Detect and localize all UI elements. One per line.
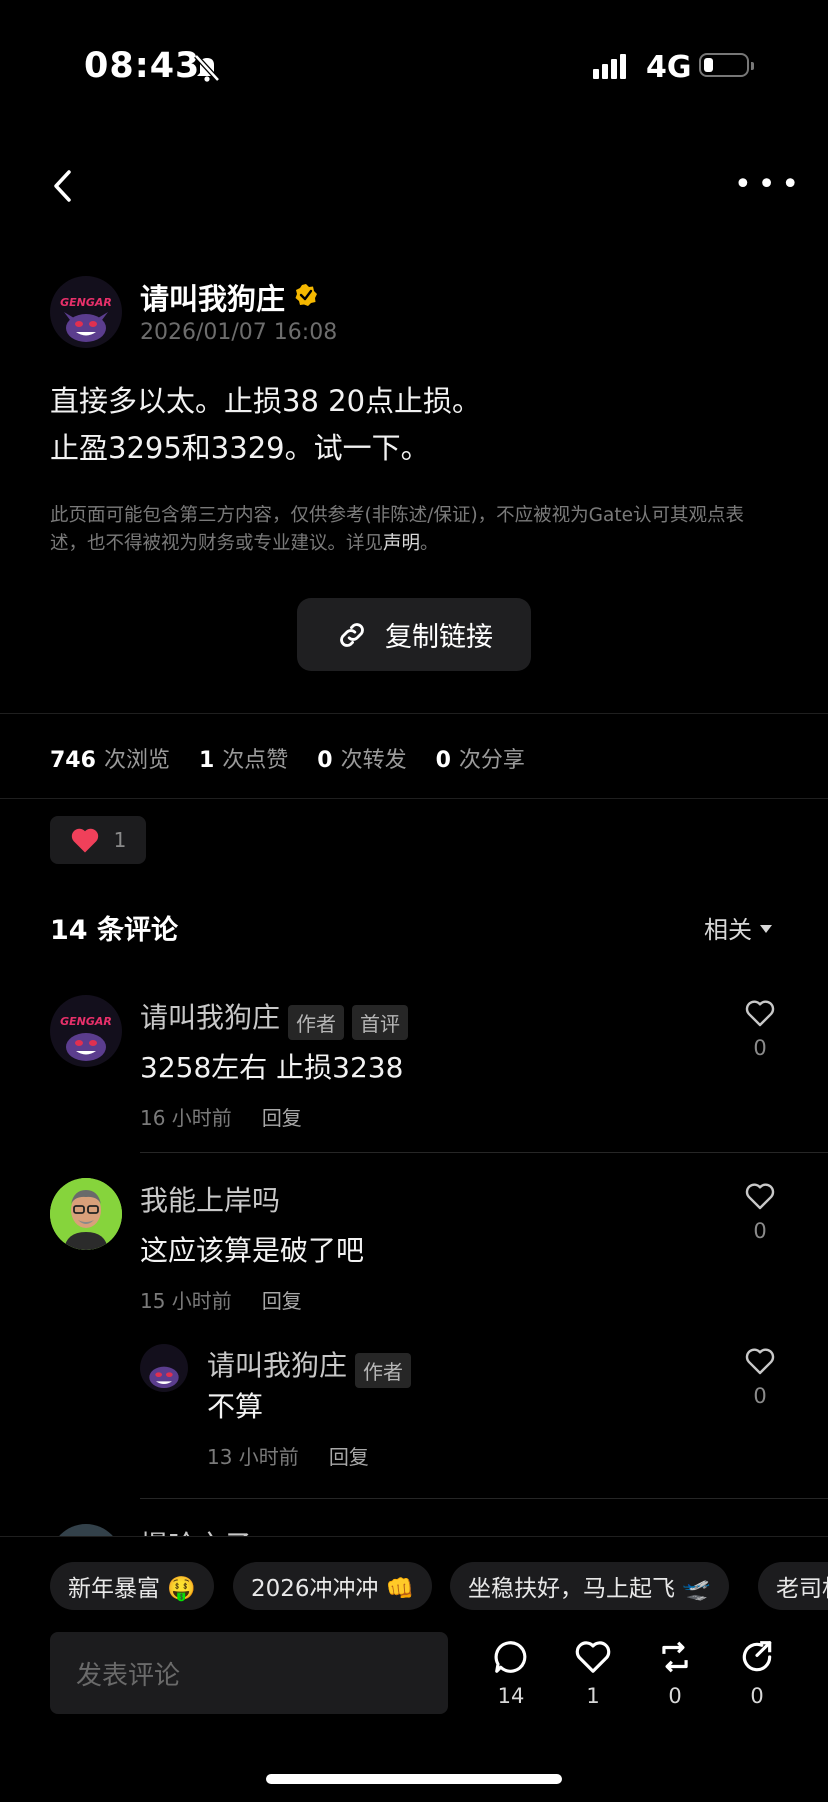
comment-text: 这应该算是破了吧 [140, 1234, 365, 1267]
heart-reaction-button[interactable]: 1 [50, 816, 146, 864]
shares-label: 次分享 [458, 748, 525, 773]
hashtag-chip[interactable]: 坐稳扶好，马上起飞 🛫 [450, 1562, 729, 1610]
comment-bubble-icon [494, 1641, 527, 1673]
sort-label: 相关 [704, 916, 752, 944]
reply-button[interactable]: 回复 [329, 1445, 369, 1469]
likes-label: 次点赞 [222, 748, 289, 773]
heart-outline-icon [745, 1183, 775, 1210]
post-stats: 746 次浏览 1 次点赞 0 次转发 0 次分享 [50, 742, 547, 774]
hashtag-chip[interactable]: 新年暴富 🤑 [50, 1562, 214, 1610]
svg-text:GENGAR: GENGAR [60, 1015, 112, 1028]
status-time: 08:43 [84, 46, 201, 86]
comments-action[interactable]: 14 [481, 1638, 541, 1708]
reply-like[interactable]: 0 [740, 1346, 780, 1408]
back-arrow-icon[interactable] [50, 168, 76, 204]
comment-author[interactable]: 请叫我狗庄 [140, 1001, 280, 1034]
reply-time: 13 小时前 [207, 1445, 299, 1469]
comment-meta: 16 小时前 回复 [140, 1102, 302, 1131]
comment-like[interactable]: 0 [740, 1181, 780, 1243]
caret-down-icon [760, 924, 772, 933]
person-avatar-icon [50, 1178, 122, 1250]
repost-icon [662, 1641, 688, 1673]
copy-link-button[interactable]: 复制链接 [297, 598, 531, 671]
comment-author[interactable]: 我能上岸吗 [140, 1184, 280, 1217]
reply-author[interactable]: 请叫我狗庄 [207, 1349, 347, 1382]
reply-button[interactable]: 回复 [262, 1289, 302, 1313]
comment-time: 15 小时前 [140, 1289, 232, 1313]
comment-time: 16 小时前 [140, 1106, 232, 1130]
post-date: 2026/01/07 16:08 [140, 320, 338, 345]
shares-count: 0 [435, 748, 451, 773]
gengar-avatar-icon: GENGAR [60, 296, 112, 342]
post-body-line: 直接多以太。止损38 20点止损。 [50, 384, 482, 418]
share-action-count: 0 [750, 1684, 764, 1708]
repost-action[interactable]: 0 [645, 1638, 705, 1708]
reply-text: 不算 [207, 1390, 264, 1423]
reply-header: 请叫我狗庄 作者 [207, 1344, 412, 1388]
comment-meta: 15 小时前 回复 [140, 1285, 302, 1314]
reply-avatar[interactable] [140, 1344, 188, 1392]
repost-action-count: 0 [668, 1684, 682, 1708]
hashtag-chip[interactable]: 老司机 [758, 1562, 828, 1610]
author-avatar[interactable]: GENGAR [50, 276, 122, 348]
heart-outline-icon [745, 1348, 775, 1375]
reaction-count: 1 [113, 828, 127, 852]
comment-like-count: 0 [753, 1219, 767, 1243]
heart-outline-icon [575, 1641, 611, 1673]
hashtag-chip[interactable]: 2026冲冲冲 👊 [233, 1562, 433, 1610]
heart-outline-icon [745, 1000, 775, 1027]
comment-header: 我能上岸吗 [140, 1179, 280, 1219]
divider [140, 1152, 828, 1153]
reply-meta: 13 小时前 回复 [207, 1441, 369, 1470]
author-tag: 作者 [355, 1353, 412, 1388]
post-body: 直接多以太。止损38 20点止损。 止盈3295和3329。试一下。 [50, 378, 780, 472]
comment-header: 请叫我狗庄 作者 首评 [140, 996, 409, 1040]
mute-bell-icon [194, 54, 220, 82]
more-options-icon[interactable]: ••• [734, 170, 805, 200]
commenter-avatar[interactable] [50, 1178, 122, 1250]
views-count: 746 [50, 748, 96, 773]
views-label: 次浏览 [103, 748, 170, 773]
share-icon [742, 1641, 772, 1672]
filled-heart-icon [71, 828, 98, 853]
author-name[interactable]: 请叫我狗庄 [140, 276, 285, 318]
like-action-count: 1 [586, 1684, 600, 1708]
author-tag: 作者 [288, 1005, 345, 1040]
svg-text:GENGAR: GENGAR [60, 296, 112, 309]
disclaimer-end: 。 [420, 533, 439, 554]
gengar-avatar-icon [149, 1366, 179, 1388]
network-type: 4G [646, 50, 692, 85]
likes-count: 1 [198, 748, 215, 773]
link-icon [340, 622, 364, 647]
disclaimer: 此页面可能包含第三方内容，仅供参考(非陈述/保证)，不应被视为Gate认可其观点… [50, 502, 780, 558]
gengar-avatar-icon: GENGAR [60, 1015, 112, 1061]
reply-like-count: 0 [753, 1384, 767, 1408]
comments-action-count: 14 [497, 1684, 525, 1708]
comment-text: 3258左右 止损3238 [140, 1051, 404, 1084]
reposts-count: 0 [317, 748, 333, 773]
divider [0, 713, 828, 714]
divider [140, 1498, 828, 1499]
commenter-avatar[interactable]: GENGAR [50, 995, 122, 1067]
sort-dropdown[interactable]: 相关 [704, 910, 772, 945]
share-action[interactable]: 0 [727, 1638, 787, 1708]
comment-input-placeholder: 发表评论 [76, 1660, 181, 1691]
divider [0, 798, 828, 799]
signal-icon [593, 54, 629, 79]
comment-input[interactable]: 发表评论 [50, 1632, 448, 1714]
reply-button[interactable]: 回复 [262, 1106, 302, 1130]
disclaimer-statement-link[interactable]: 声明 [383, 533, 420, 554]
battery-icon [699, 53, 754, 77]
verified-badge-icon [295, 284, 317, 306]
post-body-line: 止盈3295和3329。试一下。 [50, 431, 430, 465]
like-action[interactable]: 1 [563, 1638, 623, 1708]
first-comment-tag: 首评 [352, 1005, 409, 1040]
home-indicator [266, 1774, 562, 1784]
comments-title: 14 条评论 [50, 915, 178, 946]
copy-link-label: 复制链接 [385, 622, 493, 653]
comment-like-count: 0 [753, 1036, 767, 1060]
reposts-label: 次转发 [340, 748, 407, 773]
comment-like[interactable]: 0 [740, 998, 780, 1060]
